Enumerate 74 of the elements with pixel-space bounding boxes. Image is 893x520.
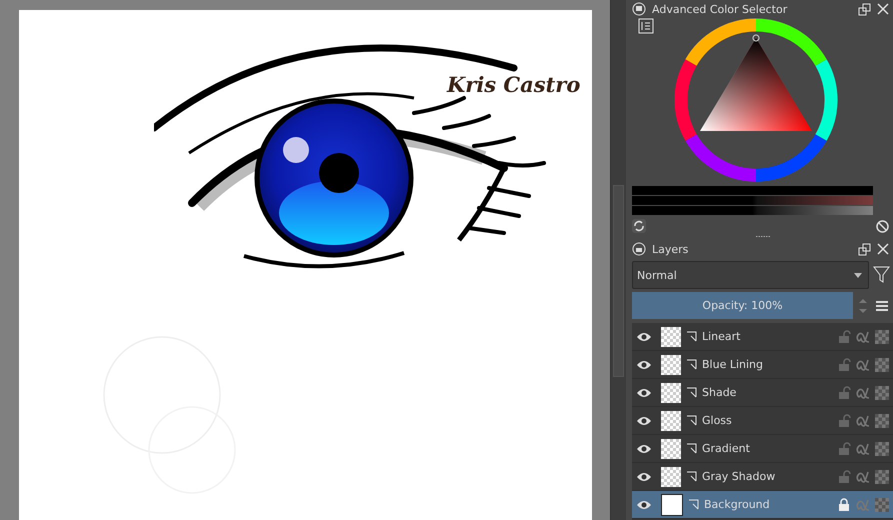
layer-name: Background <box>704 498 771 511</box>
layer-name: Blue Lining <box>702 358 764 371</box>
checker-icon[interactable] <box>875 442 889 456</box>
layer-row[interactable]: Background <box>632 491 893 519</box>
eye-icon[interactable] <box>636 414 652 426</box>
close-icon[interactable] <box>877 3 889 15</box>
list-settings-icon[interactable] <box>638 18 654 34</box>
checker-icon[interactable] <box>875 414 889 428</box>
layer-type-icon <box>686 443 697 454</box>
lock-icon[interactable] <box>837 330 851 344</box>
caret-icon[interactable] <box>854 272 862 278</box>
alpha-icon[interactable] <box>856 414 870 426</box>
layer-type-icon <box>688 499 699 510</box>
color-sliders[interactable] <box>632 186 873 215</box>
layer-name: Shade <box>702 386 738 399</box>
alpha-icon[interactable] <box>856 386 870 398</box>
checker-icon[interactable] <box>875 358 889 372</box>
layer-type-icon <box>686 331 697 342</box>
layer-thumbnail <box>661 326 681 346</box>
no-entry-icon[interactable] <box>876 220 889 232</box>
color-wheel[interactable] <box>674 18 838 182</box>
layer-name: Lineart <box>702 330 742 343</box>
lock-icon[interactable] <box>837 414 851 428</box>
lock-icon[interactable] <box>837 358 851 372</box>
layer-row[interactable]: Gradient <box>632 435 893 463</box>
layer-row[interactable]: Shade <box>632 379 893 407</box>
signature-text: Kris Castro <box>447 72 580 97</box>
layer-type-icon <box>686 415 697 426</box>
panel-title: Advanced Color Selector <box>652 2 788 16</box>
layer-thumbnail <box>661 438 681 458</box>
docker-icon <box>632 2 646 16</box>
lock-icon[interactable] <box>837 470 851 484</box>
lock-circle-icon <box>632 242 646 256</box>
eye-icon[interactable] <box>636 386 652 398</box>
lock-icon[interactable] <box>837 386 851 400</box>
layer-row[interactable]: Lineart <box>632 323 893 351</box>
opacity-slider[interactable]: Opacity: 100% <box>632 292 853 319</box>
blend-mode-dropdown[interactable]: Normal <box>632 261 869 289</box>
resize-grip-icon[interactable] <box>754 235 770 238</box>
refresh-icon[interactable] <box>632 219 646 233</box>
lock-icon[interactable] <box>837 498 851 512</box>
eye-icon[interactable] <box>636 470 652 482</box>
layer-thumbnail <box>661 382 681 402</box>
layer-name: Gray Shadow <box>702 470 776 483</box>
layer-thumbnail <box>661 466 681 486</box>
scrollbar[interactable] <box>610 0 626 520</box>
alpha-icon[interactable] <box>856 330 870 342</box>
layer-type-icon <box>686 387 697 398</box>
eye-icon[interactable] <box>636 442 652 454</box>
eye-icon[interactable] <box>636 330 652 342</box>
checker-icon[interactable] <box>875 470 889 484</box>
layer-type-icon <box>686 359 697 370</box>
layer-row[interactable]: Blue Lining <box>632 351 893 379</box>
lock-icon[interactable] <box>837 442 851 456</box>
alpha-icon[interactable] <box>856 358 870 370</box>
layer-thumbnail <box>661 494 683 516</box>
checker-icon[interactable] <box>875 330 889 344</box>
alpha-icon[interactable] <box>856 442 870 454</box>
close-icon[interactable] <box>877 243 889 255</box>
layer-row[interactable]: Gloss <box>632 407 893 435</box>
float-icon[interactable] <box>858 2 871 16</box>
eye-icon[interactable] <box>636 498 652 510</box>
filter-icon[interactable] <box>873 265 891 285</box>
panel-title: Layers <box>652 242 688 256</box>
checker-icon[interactable] <box>875 498 889 512</box>
layer-name: Gradient <box>702 442 751 455</box>
alpha-icon[interactable] <box>856 470 870 482</box>
checker-icon[interactable] <box>875 386 889 400</box>
layer-type-icon <box>686 471 697 482</box>
layer-name: Gloss <box>702 414 733 427</box>
layer-thumbnail <box>661 410 681 430</box>
float-icon[interactable] <box>858 242 871 256</box>
layer-thumbnail <box>661 354 681 374</box>
eye-icon[interactable] <box>636 358 652 370</box>
